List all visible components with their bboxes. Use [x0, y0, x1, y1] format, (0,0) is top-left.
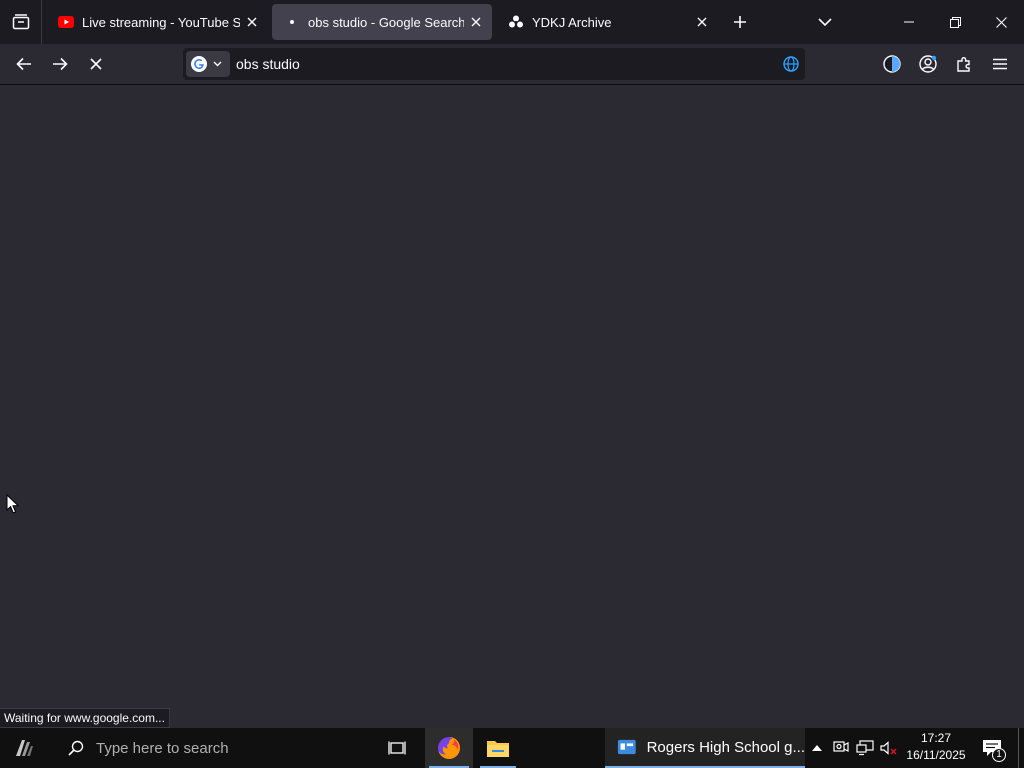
tray-app-icon	[833, 741, 849, 752]
forward-button[interactable]	[44, 48, 76, 80]
navigation-toolbar	[0, 44, 1024, 85]
taskbar-firefox-button[interactable]	[425, 728, 473, 768]
windows-taskbar: Type here to search Rogers High School g…	[0, 728, 1024, 768]
close-tab-button[interactable]	[240, 10, 264, 34]
app-window-icon	[617, 739, 636, 755]
clock-time: 17:27	[920, 731, 952, 745]
start-logo-icon	[16, 740, 33, 756]
url-input[interactable]	[236, 48, 756, 80]
tab-youtube-studio[interactable]: Live streaming - YouTube Studio	[46, 4, 268, 40]
task-view-button[interactable]	[374, 728, 420, 768]
site-icon	[508, 14, 524, 30]
network-icon	[856, 740, 874, 756]
tab-title: obs studio - Google Search	[308, 14, 464, 30]
account-icon	[919, 55, 937, 73]
minimize-icon	[904, 21, 914, 23]
tab-bar: Live streaming - YouTube Studio obs stud…	[0, 0, 1024, 44]
taskbar-file-explorer-button[interactable]	[476, 728, 520, 768]
taskbar-clock[interactable]: 17:27 16/11/2025	[905, 730, 967, 764]
hamburger-menu-icon	[993, 58, 1007, 70]
chevron-up-icon	[812, 745, 822, 751]
task-view-icon	[388, 741, 406, 755]
close-icon	[697, 17, 707, 27]
taskbar-search-box[interactable]: Type here to search	[48, 728, 374, 768]
close-window-button[interactable]	[978, 0, 1024, 44]
taskbar-window-rogers-high-school[interactable]: Rogers High School g...	[605, 728, 805, 768]
arrow-right-icon	[53, 57, 68, 71]
chevron-down-icon	[818, 18, 832, 26]
globe-icon[interactable]	[781, 54, 801, 74]
half-moon-icon	[883, 55, 901, 73]
loading-dot-icon	[284, 14, 300, 30]
extensions-button[interactable]	[948, 48, 980, 80]
search-icon	[56, 740, 96, 756]
show-hidden-icons-button[interactable]	[808, 728, 826, 768]
arrow-left-icon	[16, 57, 31, 71]
tray-app-button[interactable]	[830, 728, 852, 768]
list-all-tabs-button[interactable]	[811, 8, 839, 36]
stop-loading-button[interactable]	[80, 48, 112, 80]
clock-date: 16/11/2025	[906, 748, 966, 762]
restore-button[interactable]	[932, 0, 978, 44]
tab-google-search[interactable]: obs studio - Google Search	[272, 4, 492, 40]
show-desktop-button[interactable]	[1018, 728, 1024, 768]
close-tab-button[interactable]	[690, 10, 714, 34]
dark-reader-extension-button[interactable]	[876, 48, 908, 80]
tab-tray-icon	[12, 14, 29, 30]
page-content-area[interactable]	[0, 85, 1024, 728]
tab-title: Live streaming - YouTube Studio	[82, 14, 240, 30]
volume-muted-icon	[880, 741, 897, 755]
network-button[interactable]	[854, 728, 876, 768]
youtube-icon	[58, 14, 74, 30]
google-icon	[191, 56, 207, 72]
taskbar-window-title: Rogers High School g...	[646, 738, 805, 756]
minimize-button[interactable]	[886, 0, 932, 44]
close-icon	[471, 17, 481, 27]
address-bar[interactable]	[183, 48, 805, 80]
close-icon	[995, 16, 1007, 28]
new-tab-button[interactable]	[726, 8, 754, 36]
app-menu-button[interactable]	[984, 48, 1016, 80]
close-tab-button[interactable]	[464, 10, 488, 34]
close-icon	[90, 58, 102, 70]
account-button[interactable]	[912, 48, 944, 80]
back-button[interactable]	[8, 48, 40, 80]
puzzle-icon	[957, 57, 970, 72]
search-engine-button[interactable]	[186, 51, 230, 77]
start-button[interactable]	[0, 728, 48, 768]
notification-count-badge: 1	[992, 748, 1006, 762]
close-icon	[247, 17, 257, 27]
search-placeholder: Type here to search	[96, 739, 229, 757]
tab-list-button[interactable]	[0, 0, 42, 44]
tab-title: YDKJ Archive	[532, 14, 612, 30]
folder-icon	[487, 741, 509, 757]
plus-icon	[734, 16, 746, 28]
firefox-icon	[438, 737, 460, 759]
tab-ydkj-archive[interactable]: YDKJ Archive	[496, 4, 718, 40]
mouse-cursor-icon	[6, 493, 20, 520]
status-panel: Waiting for www.google.com...	[0, 708, 170, 728]
notifications-button[interactable]: 1	[978, 728, 1008, 768]
restore-icon	[949, 16, 961, 28]
chevron-down-icon	[213, 61, 222, 67]
volume-button[interactable]	[878, 728, 900, 768]
